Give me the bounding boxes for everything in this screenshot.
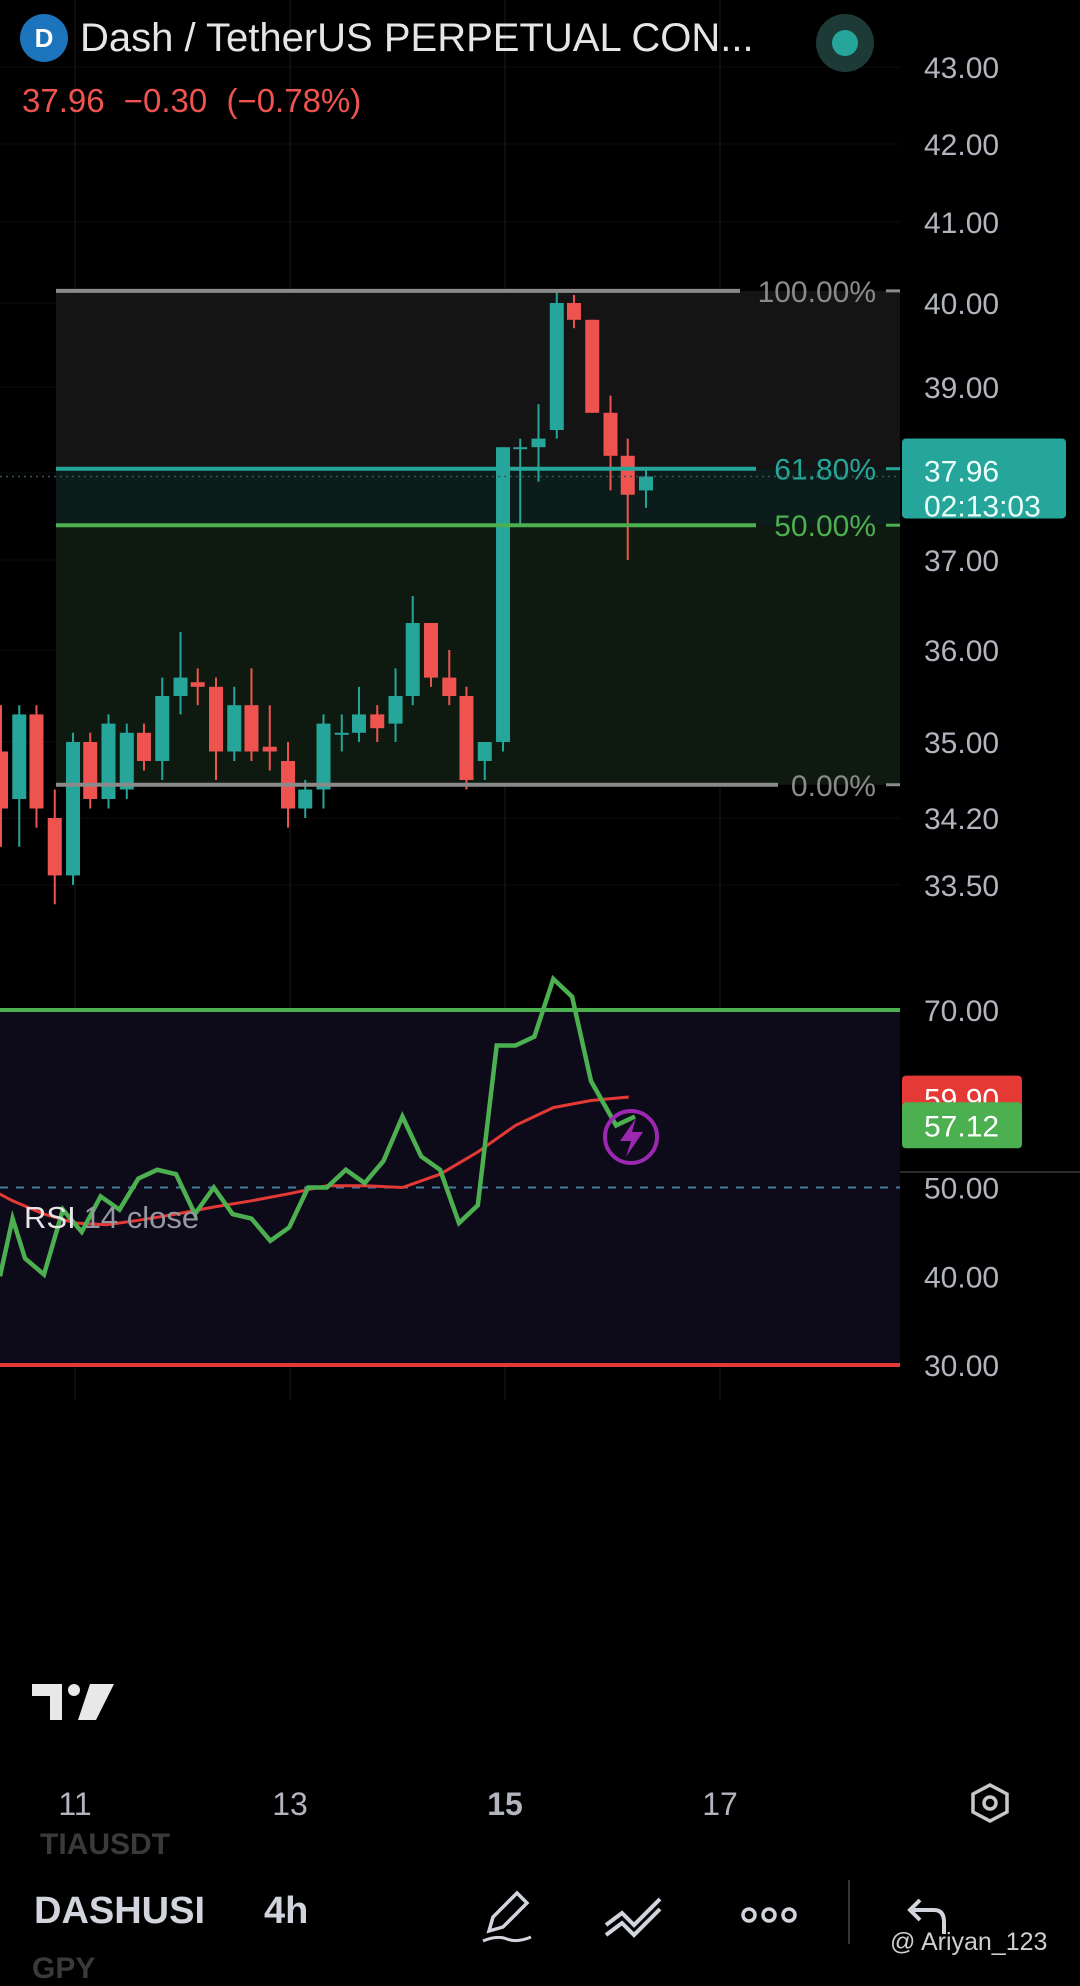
price-axis-label: 39.00 — [924, 372, 999, 405]
candle-body — [136, 732, 151, 761]
fib-label: 50.00% — [774, 510, 876, 543]
trendline-icon[interactable] — [600, 1880, 670, 1950]
candle-body — [424, 623, 438, 678]
candle-body — [66, 742, 81, 876]
price-change-pct: (−0.78%) — [226, 82, 362, 119]
time-axis-label: 11 — [58, 1786, 91, 1822]
chart-canvas[interactable]: 100.00% 61.80% 50.00% 0.00% 70.00 50.00 40.00… — [0, 0, 1080, 1969]
candle-body — [388, 696, 403, 724]
price-axis-label: 40.00 — [924, 288, 999, 321]
price-axis-label: 41.00 — [924, 207, 999, 240]
candle-body — [209, 686, 223, 752]
symbol-header[interactable]: D Dash / TetherUS PERPETUAL CON... — [20, 14, 754, 62]
symbol-selector[interactable]: DASHUSI — [34, 1890, 205, 1933]
time-axis-label: 17 — [702, 1786, 738, 1822]
candle-body — [101, 723, 116, 799]
candle-body — [620, 455, 635, 495]
candle-body — [155, 696, 170, 761]
candle-body — [405, 623, 420, 696]
candle-body — [83, 742, 98, 799]
more-icon[interactable] — [734, 1880, 804, 1950]
rsi-axis-label: 40.00 — [924, 1261, 999, 1294]
candle-body — [496, 447, 511, 742]
interval-selector[interactable]: 4h — [264, 1890, 308, 1933]
price-axis-label: 34.20 — [924, 803, 999, 836]
last-price: 37.96 — [22, 82, 105, 119]
countdown-timer: 02:13:03 — [924, 490, 1041, 523]
toolbar-divider — [848, 1880, 850, 1944]
time-axis-label: 13 — [272, 1786, 308, 1822]
rsi-name: RSI — [24, 1200, 76, 1235]
candle-body — [370, 714, 385, 729]
price-axis[interactable]: 43.00 42.00 41.00 40.00 39.00 37.00 36.00 35.00… — [902, 52, 1066, 903]
candle-body — [190, 682, 205, 687]
fib-label: 61.80% — [774, 454, 876, 487]
rsi-value: 57.12 — [924, 1110, 999, 1143]
candle-body — [531, 438, 546, 448]
hexagon-settings-icon[interactable] — [971, 1783, 1009, 1823]
current-price-value: 37.96 — [924, 455, 999, 488]
candle-body — [603, 412, 618, 456]
candle-body — [262, 746, 277, 752]
candle-body — [585, 319, 600, 413]
price-axis-label: 36.00 — [924, 635, 999, 668]
candle-body — [12, 714, 27, 799]
candle-body — [298, 789, 313, 809]
candle-body — [47, 818, 62, 876]
candle-body — [244, 705, 259, 752]
candle-body — [549, 303, 564, 430]
candle-body — [477, 742, 492, 761]
candle-body — [566, 303, 581, 320]
candle-body — [639, 476, 653, 491]
price-axis-label: 35.00 — [924, 727, 999, 760]
candle-body — [442, 677, 457, 696]
candle-body — [173, 677, 188, 696]
rsi-axis-label: 30.00 — [924, 1350, 999, 1383]
market-open-dot-icon[interactable] — [816, 14, 874, 72]
symbol-title[interactable]: Dash / TetherUS PERPETUAL CON... — [80, 16, 754, 61]
ghost-symbol-below: GPY — [32, 1952, 96, 1985]
tradingview-logo-icon — [30, 1680, 116, 1729]
pencil-icon[interactable] — [472, 1880, 542, 1950]
candle-body — [0, 751, 8, 809]
price-axis-label: 37.00 — [924, 545, 999, 578]
rsi-legend[interactable]: RSI 14 close — [24, 1200, 199, 1236]
ghost-symbol-above: TIAUSDT — [40, 1828, 170, 1861]
candle-body — [227, 705, 242, 752]
rsi-axis-label: 50.00 — [924, 1173, 999, 1206]
price-axis-label: 42.00 — [924, 129, 999, 162]
time-axis-label: 15 — [487, 1786, 523, 1822]
rsi-pane: 70.0050.0040.0030.0059.9057.12 — [0, 974, 1080, 1383]
fib-zone — [56, 290, 900, 469]
candle-body — [119, 732, 134, 790]
candle-body — [316, 723, 331, 790]
candle-body — [513, 447, 528, 450]
price-quote: 37.96 −0.30 (−0.78%) — [22, 82, 371, 120]
watermark: @ Ariyan_123 — [890, 1928, 1048, 1956]
rsi-params: 14 close — [83, 1200, 200, 1235]
candle-body — [334, 732, 349, 735]
price-change: −0.30 — [123, 82, 208, 119]
fib-label: 0.00% — [791, 770, 876, 803]
candle-body — [29, 714, 44, 809]
time-axis[interactable]: 11 13 15 17 — [58, 1786, 737, 1822]
price-axis-label: 43.00 — [924, 52, 999, 85]
candle-body — [459, 696, 474, 780]
rsi-axis-label: 70.00 — [924, 995, 999, 1028]
price-axis-label: 33.50 — [924, 870, 999, 903]
fib-label: 100.00% — [758, 276, 876, 309]
dash-coin-icon: D — [20, 14, 68, 62]
candle-body — [351, 714, 366, 733]
